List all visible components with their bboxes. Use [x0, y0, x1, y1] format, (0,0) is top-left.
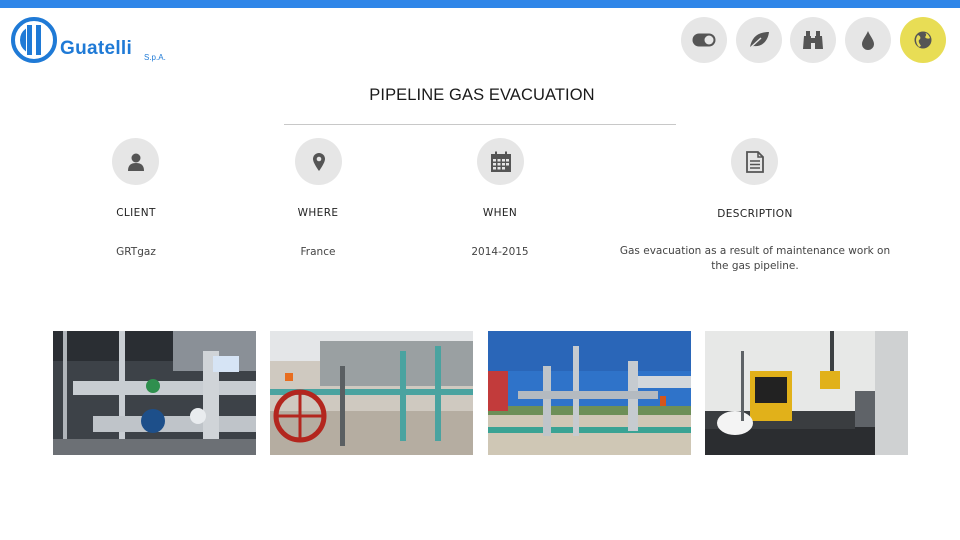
when-value: 2014-2015 [471, 246, 529, 258]
description-label: DESCRIPTION [717, 208, 793, 220]
leaf-icon [749, 32, 769, 49]
client-value: GRTgaz [116, 246, 156, 258]
globe-icon [914, 31, 932, 49]
where-icon-badge [295, 138, 342, 185]
user-icon [127, 153, 144, 171]
logo-mark-icon [11, 17, 57, 63]
logo-wordmark: Guatelli [60, 38, 133, 59]
top-accent-bar [0, 0, 960, 8]
toggle-icon [692, 33, 716, 47]
nav-button-binoculars[interactable] [790, 17, 836, 63]
description-value: Gas evacuation as a result of maintenanc… [619, 245, 891, 272]
binoculars-icon [803, 31, 823, 49]
gallery-photo-1[interactable] [53, 331, 256, 455]
calendar-icon [490, 151, 511, 172]
red-handwheel-photo [270, 331, 473, 455]
when-icon-badge [477, 138, 524, 185]
gallery-photo-2[interactable] [270, 331, 473, 455]
title-divider [284, 124, 676, 125]
client-icon-badge [112, 138, 159, 185]
page-title: PIPELINE GAS EVACUATION [369, 86, 595, 104]
instrument-cases-photo [705, 331, 908, 455]
pipeline-valves-photo [53, 331, 256, 455]
company-logo[interactable]: Guatelli S.p.A. [10, 16, 190, 66]
description-icon-badge [731, 138, 778, 185]
gallery-photo-3[interactable] [488, 331, 691, 455]
nav-button-leaf[interactable] [736, 17, 782, 63]
nav-button-globe[interactable] [900, 17, 946, 63]
pipeline-station-photo [488, 331, 691, 455]
nav-button-drop[interactable] [845, 17, 891, 63]
when-label: WHEN [482, 207, 518, 219]
where-value: France [300, 246, 336, 258]
where-label: WHERE [297, 207, 339, 219]
nav-button-toggle[interactable] [681, 17, 727, 63]
logo-suffix: S.p.A. [144, 53, 166, 62]
location-pin-icon [312, 152, 325, 171]
document-icon [745, 150, 764, 173]
client-label: CLIENT [116, 207, 156, 219]
gallery-photo-4[interactable] [705, 331, 908, 455]
drop-icon [862, 31, 874, 50]
